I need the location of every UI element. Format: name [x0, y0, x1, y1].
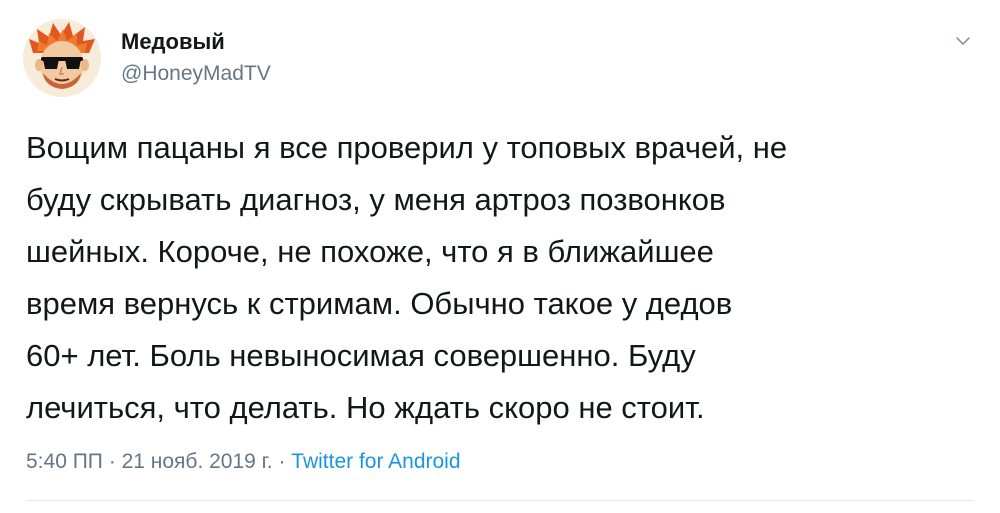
- tweet-metadata: 5:40 ПП · 21 нояб. 2019 г. · Twitter for…: [26, 449, 461, 475]
- meta-separator: ·: [272, 450, 292, 473]
- tweet-date[interactable]: 21 нояб. 2019 г.: [122, 450, 273, 473]
- tweet-source-link[interactable]: Twitter for Android: [291, 450, 460, 473]
- author-display-name[interactable]: Медовый: [121, 29, 225, 55]
- tweet-time[interactable]: 5:40 ПП: [26, 450, 103, 473]
- tweet-text: Вощим пацаны я все проверил у топовых вр…: [26, 130, 788, 425]
- avatar[interactable]: [23, 19, 101, 97]
- cartoon-face-avatar-icon: [23, 19, 101, 97]
- chevron-down-icon[interactable]: [950, 28, 976, 54]
- meta-separator: ·: [102, 450, 122, 473]
- tweet-card: Медовый @HoneyMadTV Вощим пацаны я все п…: [0, 0, 1000, 513]
- author-handle[interactable]: @HoneyMadTV: [121, 61, 271, 87]
- divider: [26, 500, 974, 501]
